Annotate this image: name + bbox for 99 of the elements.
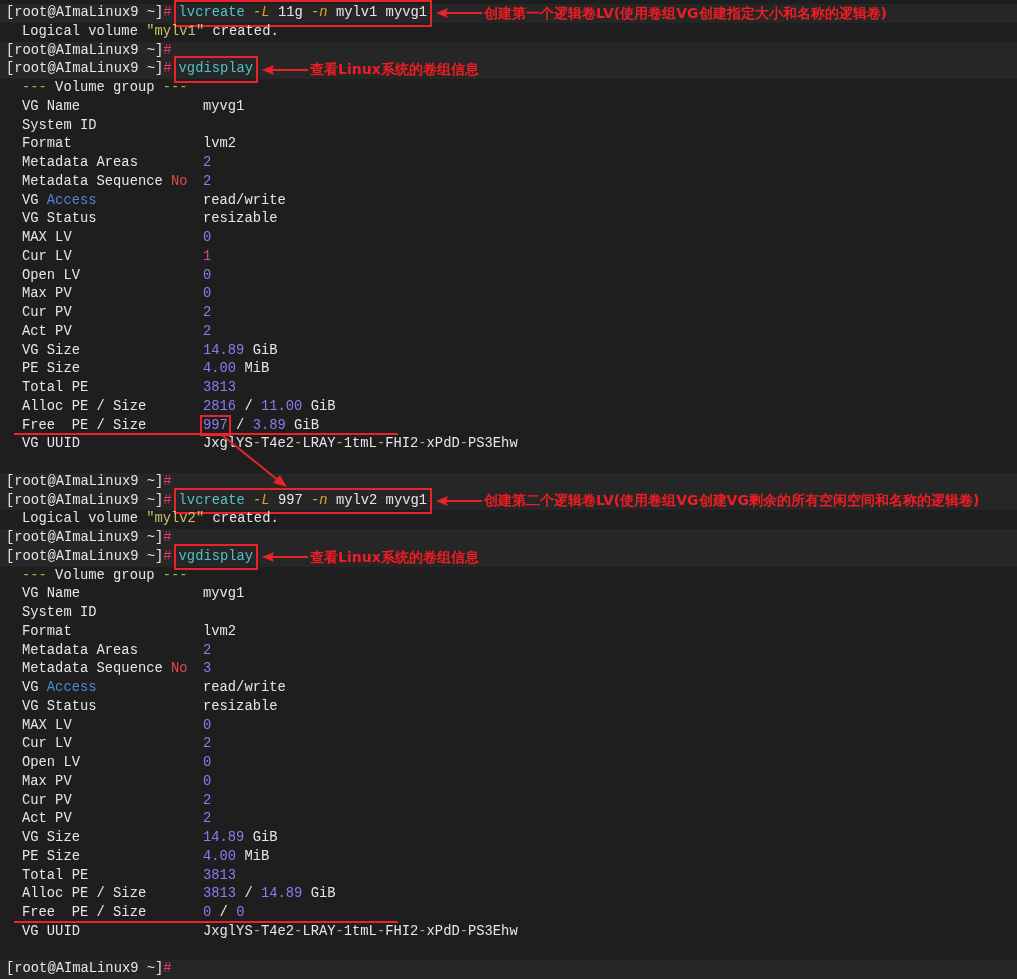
- field-value: resizable: [203, 210, 278, 229]
- left-arrow: [436, 8, 482, 19]
- field-label: Max PV: [22, 285, 73, 304]
- field-label: VG Status: [22, 697, 98, 716]
- left-arrow: [436, 495, 482, 506]
- field-value: 2: [203, 641, 212, 660]
- field-label: Free PE / Size: [22, 416, 148, 435]
- field-value: read/write: [203, 191, 286, 210]
- field-value: lvm2: [203, 622, 237, 641]
- field-value: 3813: [203, 866, 237, 885]
- field-value: 2816 / 11.00 GiB: [203, 397, 336, 416]
- field-label: VG Name: [22, 97, 81, 116]
- prompt-symbol: #: [163, 491, 172, 510]
- field-value: 3813: [203, 379, 237, 398]
- field-label: VG Size: [22, 829, 81, 848]
- command-text: vgdisplay: [173, 56, 259, 83]
- field-value: myvg1: [203, 97, 245, 116]
- field-label: Cur PV: [22, 791, 73, 810]
- field-value: 4.00 MiB: [203, 847, 270, 866]
- field-label: System ID: [22, 604, 98, 623]
- field-label: Free PE / Size: [22, 904, 148, 923]
- field-value: 2: [203, 304, 212, 323]
- field-value: 2: [203, 154, 212, 173]
- prompt-text: [root@AImaLinux9 ~]: [6, 41, 164, 60]
- prompt-text: [root@AImaLinux9 ~]: [6, 529, 164, 548]
- field-label: Total PE: [22, 379, 90, 398]
- field-label: Alloc PE / Size: [22, 397, 148, 416]
- field-value: 2: [203, 810, 212, 829]
- annotation-text: 查看Linux系统的卷组信息: [310, 547, 479, 567]
- field-label: VG UUID: [22, 922, 81, 941]
- field-value: 0: [203, 285, 212, 304]
- prompt-symbol: #: [163, 529, 172, 548]
- field-label: Max PV: [22, 772, 73, 791]
- field-value: read/write: [203, 679, 286, 698]
- field-value: myvg1: [203, 585, 245, 604]
- prompt-symbol: #: [163, 960, 172, 979]
- field-label: Metadata Areas: [22, 641, 139, 660]
- prompt-text: [root@AImaLinux9 ~]: [6, 547, 164, 566]
- field-value: 2: [203, 322, 212, 341]
- field-label: MAX LV: [22, 229, 73, 248]
- field-label: VG Size: [22, 341, 81, 360]
- field-label: PE Size: [22, 360, 81, 379]
- command-text: vgdisplay: [173, 543, 259, 571]
- field-value: 0 / 0: [203, 904, 245, 923]
- prompt-text: [root@AImaLinux9 ~]: [6, 60, 164, 79]
- field-label: Metadata Areas: [22, 154, 139, 173]
- field-label: Total PE: [22, 866, 90, 885]
- field-value: 14.89 GiB: [203, 341, 278, 360]
- field-value: 0: [203, 716, 212, 735]
- field-value: 0: [203, 754, 212, 773]
- field-label: Metadata Sequence No: [22, 660, 189, 679]
- prompt-text: [root@AImaLinux9 ~]: [6, 491, 164, 510]
- field-label: Act PV: [22, 322, 73, 341]
- field-value: 2: [203, 791, 212, 810]
- field-label: Cur LV: [22, 735, 73, 754]
- left-arrow: [262, 552, 309, 563]
- field-label: VG Access: [22, 679, 98, 698]
- field-label: PE Size: [22, 847, 81, 866]
- field-value: 14.89 GiB: [203, 829, 278, 848]
- field-value: 3813 / 14.89 GiB: [203, 885, 336, 904]
- field-value: 4.00 MiB: [203, 360, 270, 379]
- field-label: MAX LV: [22, 716, 73, 735]
- field-label: Metadata Sequence No: [22, 172, 189, 191]
- field-label: Open LV: [22, 266, 81, 285]
- field-label: Open LV: [22, 754, 81, 773]
- field-label: Cur PV: [22, 304, 73, 323]
- prompt-symbol: #: [163, 472, 172, 491]
- field-label: VG Status: [22, 210, 98, 229]
- prompt-text: [root@AImaLinux9 ~]: [6, 960, 164, 979]
- annotation-text: 创建第二个逻辑卷LV(使用卷组VG创建VG剩余的所有空闲空间和名称的逻辑卷): [484, 491, 980, 511]
- field-label: VG Name: [22, 585, 81, 604]
- field-value: 3: [203, 660, 212, 679]
- field-value: 1: [203, 247, 212, 266]
- field-value: lvm2: [203, 135, 237, 154]
- prompt-text: [root@AImaLinux9 ~]: [6, 4, 164, 23]
- field-value: resizable: [203, 697, 278, 716]
- prompt-text: [root@AImaLinux9 ~]: [6, 472, 164, 491]
- annotation-text: 创建第一个逻辑卷LV(使用卷组VG创建指定大小和名称的逻辑卷): [484, 3, 887, 23]
- field-label: Alloc PE / Size: [22, 885, 148, 904]
- field-label: Act PV: [22, 810, 73, 829]
- field-value: 0: [203, 229, 212, 248]
- field-label: VG Access: [22, 191, 98, 210]
- field-label: Format: [22, 622, 73, 641]
- prompt-symbol: #: [163, 547, 172, 566]
- left-arrow: [262, 64, 309, 75]
- prompt-symbol: #: [163, 41, 172, 60]
- field-value: 997 / 3.89 GiB: [203, 415, 319, 437]
- prompt-symbol: #: [163, 4, 172, 23]
- field-value: 2: [203, 172, 212, 191]
- field-value: 0: [203, 772, 212, 791]
- field-label: Cur LV: [22, 247, 73, 266]
- field-label: System ID: [22, 116, 98, 135]
- field-value: 2: [203, 735, 212, 754]
- field-value: JxglYS-T4e2-LRAY-1tmL-FHI2-xPdD-PS3Ehw: [203, 922, 518, 941]
- prompt-symbol: #: [163, 60, 172, 79]
- field-value: 0: [203, 266, 212, 285]
- field-label: VG UUID: [22, 435, 81, 454]
- annotation-text: 查看Linux系统的卷组信息: [310, 60, 479, 80]
- field-label: Format: [22, 135, 73, 154]
